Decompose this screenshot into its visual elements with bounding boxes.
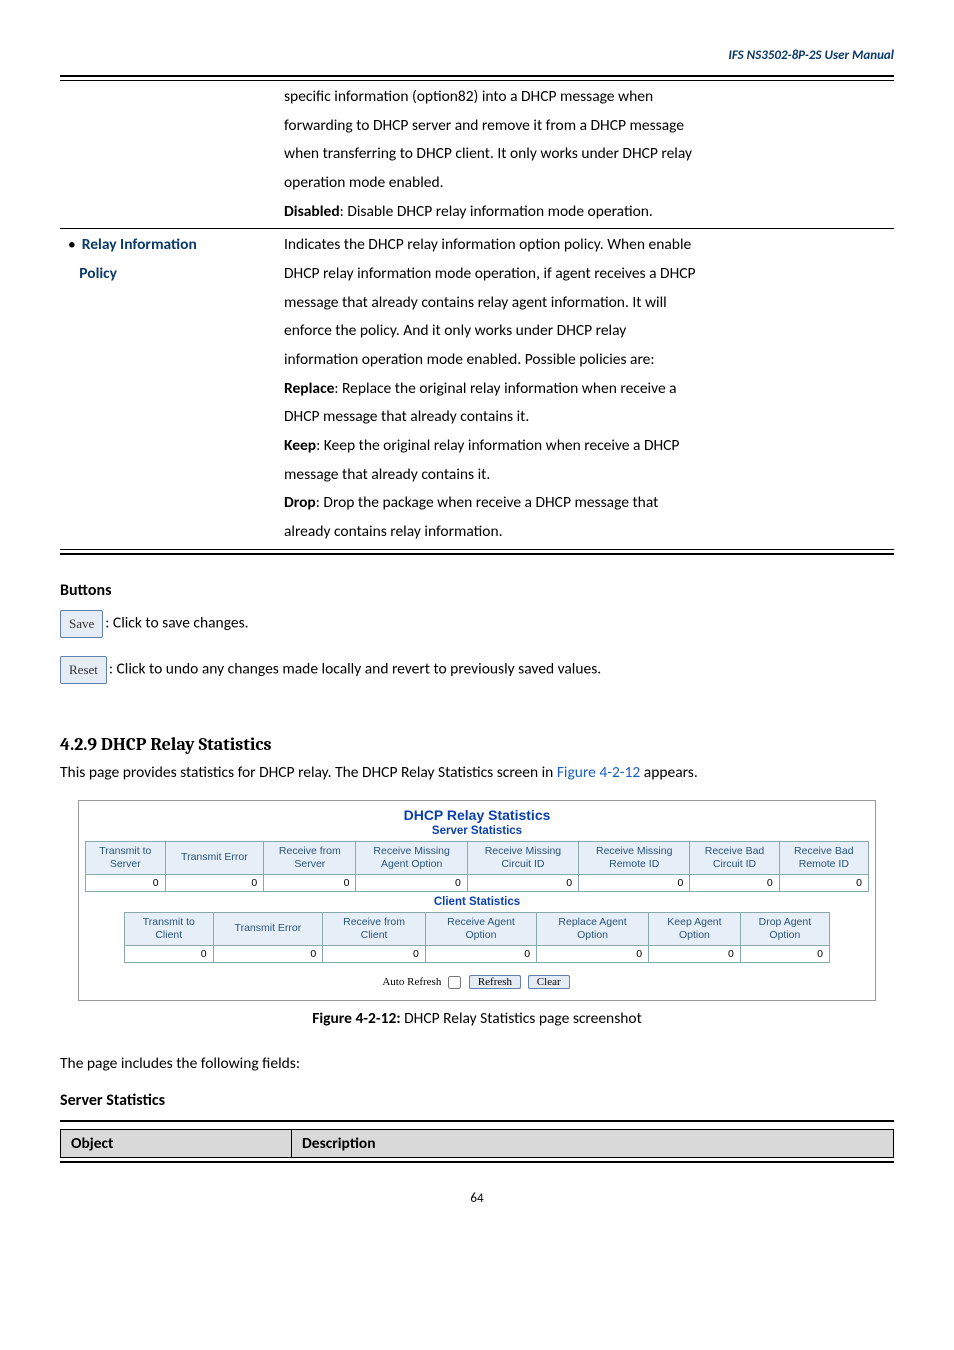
stats-col-header: Transmit toServer [86,841,166,874]
stats-cell: 0 [740,946,829,963]
refresh-button[interactable]: Refresh [469,975,521,989]
rule [60,553,894,555]
stats-title: DHCP Relay Statistics [79,801,875,825]
fields-col-desc: Description [292,1129,894,1157]
stats-cell: 0 [356,874,467,891]
stats-col-header: Transmit Error [213,912,323,945]
stats-col-header: Receive MissingAgent Option [356,841,467,874]
fields-table: Object Description [60,1129,894,1158]
stats-col-header: Keep AgentOption [649,912,741,945]
page-number: 64 [60,1191,894,1206]
stats-controls: Auto Refresh Refresh Clear [79,969,875,1000]
section-intro: This page provides statistics for DHCP r… [60,761,894,786]
stats-col-header: Transmit Error [165,841,264,874]
stats-cell: 0 [213,946,323,963]
stats-cell: 0 [649,946,741,963]
stats-cell: 0 [690,874,779,891]
stats-col-header: Receive MissingCircuit ID [467,841,578,874]
stats-col-header: Transmit toClient [125,912,214,945]
figure-caption: Figure 4-2-12: DHCP Relay Statistics pag… [60,1009,894,1028]
stats-col-header: Receive AgentOption [425,912,536,945]
stats-cell: 0 [537,946,649,963]
stats-col-header: Replace AgentOption [537,912,649,945]
stats-cell: 0 [425,946,536,963]
buttons-heading: Buttons [60,581,894,600]
param-table: specific information (option82) into a D… [60,81,894,549]
fields-col-object: Object [61,1129,292,1157]
stats-col-header: Receive BadCircuit ID [690,841,779,874]
server-stats-sub: Server Statistics [79,825,875,841]
stats-cell: 0 [125,946,214,963]
stats-col-header: Receive BadRemote ID [779,841,868,874]
reset-button[interactable]: Reset [60,656,107,684]
server-stats-table: Transmit toServerTransmit ErrorReceive f… [85,841,869,892]
auto-refresh-checkbox[interactable] [448,976,461,989]
server-stats-heading: Server Statistics [60,1091,894,1110]
stats-cell: 0 [779,874,868,891]
stats-cell: 0 [264,874,356,891]
clear-button[interactable]: Clear [528,975,570,989]
reset-desc-row: Reset: Click to undo any changes made lo… [60,656,894,684]
stats-col-header: Receive MissingRemote ID [579,841,690,874]
save-button[interactable]: Save [60,610,103,638]
stats-panel: DHCP Relay Statistics Server Statistics … [78,800,876,1002]
stats-cell: 0 [86,874,166,891]
stats-cell: 0 [165,874,264,891]
fields-intro: The page includes the following fields: [60,1052,894,1077]
client-stats-sub: Client Statistics [79,896,875,912]
stats-cell: 0 [579,874,690,891]
figure-link[interactable]: Figure 4-2-12 [557,763,640,782]
stats-col-header: Drop AgentOption [740,912,829,945]
param-desc: Indicates the DHCP relay information opt… [276,229,894,548]
save-desc-row: Save: Click to save changes. [60,610,894,638]
stats-cell: 0 [467,874,578,891]
doc-header: IFS NS3502-8P-2S User Manual [60,48,894,63]
section-heading: 4.2.9 DHCP Relay Statistics [60,734,894,755]
stats-cell: 0 [323,946,426,963]
client-stats-table: Transmit toClientTransmit ErrorReceive f… [124,912,830,963]
rule [60,1161,894,1163]
stats-col-header: Receive fromServer [264,841,356,874]
param-label: •Relay Information • Policy [60,229,276,548]
param-desc: specific information (option82) into a D… [276,81,894,228]
stats-col-header: Receive fromClient [323,912,426,945]
